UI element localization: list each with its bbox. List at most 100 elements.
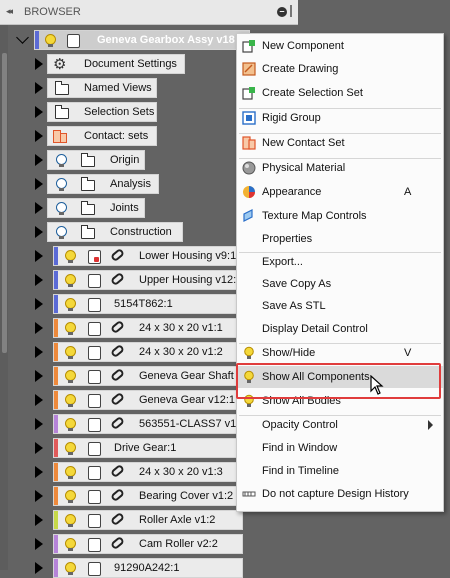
tree-node[interactable]: Lower Housing v9:1 xyxy=(53,246,243,266)
tree-row[interactable]: Geneva Gear Shaft xyxy=(30,366,243,386)
tree-row[interactable]: Lower Housing v9:1 xyxy=(30,246,243,266)
tree-row[interactable]: Construction xyxy=(30,222,240,242)
menu-item-save-copy-as[interactable]: Save Copy As xyxy=(237,273,443,295)
lightbulb-icon[interactable] xyxy=(56,178,67,191)
expand-triangle-icon[interactable] xyxy=(35,178,43,190)
tree-row[interactable]: Origin xyxy=(30,150,240,170)
menu-item-create-selection-set[interactable]: Create Selection Set xyxy=(237,82,443,104)
expand-triangle-icon[interactable] xyxy=(35,418,43,430)
lightbulb-icon[interactable] xyxy=(65,514,76,527)
lightbulb-icon[interactable] xyxy=(65,538,76,551)
lightbulb-icon[interactable] xyxy=(65,298,76,311)
tree-row[interactable]: Cam Roller v2:2 xyxy=(30,534,243,554)
menu-item-find-in-window[interactable]: Find in Window xyxy=(237,437,443,459)
tree-node[interactable]: Named Views xyxy=(47,78,157,98)
lightbulb-icon[interactable] xyxy=(65,490,76,503)
lightbulb-icon[interactable] xyxy=(65,394,76,407)
tree-node[interactable]: Analysis xyxy=(47,174,159,194)
expand-triangle-icon[interactable] xyxy=(35,466,43,478)
expand-triangle-icon[interactable] xyxy=(35,394,43,406)
menu-item-do-not-capture-design-history[interactable]: Do not capture Design History xyxy=(237,483,443,505)
tree-node[interactable]: 5154T862:1 xyxy=(53,294,243,314)
expand-triangle-icon[interactable] xyxy=(35,202,43,214)
tree-node[interactable]: Selection Sets xyxy=(47,102,157,122)
expand-triangle-icon[interactable] xyxy=(35,442,43,454)
menu-item-display-detail-control[interactable]: Display Detail Control xyxy=(237,318,443,340)
expand-triangle-icon[interactable] xyxy=(35,514,43,526)
minimize-icon[interactable]: – xyxy=(277,7,287,17)
menu-item-physical-material[interactable]: Physical Material xyxy=(237,157,443,179)
tree-node[interactable]: 24 x 30 x 20 v1:3 xyxy=(53,462,243,482)
lightbulb-icon[interactable] xyxy=(65,250,76,263)
menu-item-new-component[interactable]: New Component xyxy=(237,35,443,57)
expand-triangle-icon[interactable] xyxy=(35,322,43,334)
tree-row[interactable]: 563551-CLASS7 v1 xyxy=(30,414,243,434)
expand-triangle-icon[interactable] xyxy=(35,58,43,70)
tree-node[interactable]: Upper Housing v12:1 xyxy=(53,270,243,290)
lightbulb-icon[interactable] xyxy=(65,466,76,479)
tree-node[interactable]: Drive Gear:1 xyxy=(53,438,243,458)
lightbulb-icon[interactable] xyxy=(56,154,67,167)
expand-triangle-icon[interactable] xyxy=(35,538,43,550)
tree-row[interactable]: 24 x 30 x 20 v1:2 xyxy=(30,342,243,362)
tree-node[interactable]: ⚙ Document Settings xyxy=(47,54,185,74)
expand-triangle-icon[interactable] xyxy=(35,274,43,286)
expand-triangle-icon[interactable] xyxy=(35,82,43,94)
expand-triangle-icon[interactable] xyxy=(35,130,43,142)
tree-node[interactable]: 24 x 30 x 20 v1:2 xyxy=(53,342,243,362)
lightbulb-icon[interactable] xyxy=(65,274,76,287)
scrollbar-thumb[interactable] xyxy=(2,53,7,353)
menu-item-rigid-group[interactable]: Rigid Group xyxy=(237,107,443,129)
collapse-triangle-icon[interactable] xyxy=(16,31,29,44)
lightbulb-icon[interactable] xyxy=(65,418,76,431)
tree-row[interactable]: Geneva Gear v12:1 xyxy=(30,390,243,410)
root-node[interactable]: Geneva Gearbox Assy v18 xyxy=(34,30,250,50)
collapse-panel-icon[interactable]: ◂◂ xyxy=(6,6,13,17)
tree-row[interactable]: Bearing Cover v1:2 xyxy=(30,486,243,506)
expand-triangle-icon[interactable] xyxy=(35,154,43,166)
lightbulb-icon[interactable] xyxy=(65,442,76,455)
menu-item-opacity-control[interactable]: Opacity Control xyxy=(237,414,443,436)
lightbulb-icon[interactable] xyxy=(65,370,76,383)
lightbulb-icon[interactable] xyxy=(45,34,56,47)
menu-item-export[interactable]: Export... xyxy=(237,251,443,273)
tree-node[interactable]: Origin xyxy=(47,150,145,170)
tree-node[interactable]: Construction xyxy=(47,222,183,242)
tree-node[interactable]: Bearing Cover v1:2 xyxy=(53,486,243,506)
tree-row[interactable]: Analysis xyxy=(30,174,240,194)
lightbulb-icon[interactable] xyxy=(65,346,76,359)
expand-triangle-icon[interactable] xyxy=(35,250,43,262)
lightbulb-icon[interactable] xyxy=(65,322,76,335)
tree-row[interactable]: Drive Gear:1 xyxy=(30,438,243,458)
tree-node[interactable]: Contact: sets xyxy=(47,126,157,146)
tree-row[interactable]: Upper Housing v12:1 xyxy=(30,270,243,290)
tree-row[interactable]: 24 x 30 x 20 v1:3 xyxy=(30,462,243,482)
expand-triangle-icon[interactable] xyxy=(35,226,43,238)
expand-triangle-icon[interactable] xyxy=(35,370,43,382)
tree-node[interactable]: Geneva Gear Shaft xyxy=(53,366,243,386)
menu-item-appearance[interactable]: Appearance A xyxy=(237,181,443,203)
lightbulb-icon[interactable] xyxy=(56,226,67,239)
expand-triangle-icon[interactable] xyxy=(35,346,43,358)
tree-node[interactable]: Roller Axle v1:2 xyxy=(53,510,243,530)
expand-triangle-icon[interactable] xyxy=(35,562,43,574)
menu-item-show-hide[interactable]: Show/Hide V xyxy=(237,342,443,364)
lightbulb-icon[interactable] xyxy=(65,562,76,575)
tree-root-row[interactable]: Geneva Gearbox Assy v18 xyxy=(12,30,250,50)
menu-item-properties[interactable]: Properties xyxy=(237,228,443,250)
menu-item-find-in-timeline[interactable]: Find in Timeline xyxy=(237,460,443,482)
menu-item-save-as-stl[interactable]: Save As STL xyxy=(237,295,443,317)
tree-row[interactable]: Roller Axle v1:2 xyxy=(30,510,243,530)
tree-row[interactable]: 91290A242:1 xyxy=(30,558,243,578)
tree-node[interactable]: Joints xyxy=(47,198,145,218)
tree-row[interactable]: Selection Sets xyxy=(30,102,240,122)
expand-triangle-icon[interactable] xyxy=(35,298,43,310)
lightbulb-icon[interactable] xyxy=(56,202,67,215)
pin-icon[interactable] xyxy=(290,5,297,17)
tree-node[interactable]: Cam Roller v2:2 xyxy=(53,534,243,554)
menu-item-create-drawing[interactable]: Create Drawing xyxy=(237,58,443,80)
menu-item-texture-map-controls[interactable]: Texture Map Controls xyxy=(237,205,443,227)
menu-item-new-contact-set[interactable]: New Contact Set xyxy=(237,132,443,154)
tree-node[interactable]: 563551-CLASS7 v1 xyxy=(53,414,243,434)
tree-row[interactable]: 24 x 30 x 20 v1:1 xyxy=(30,318,243,338)
